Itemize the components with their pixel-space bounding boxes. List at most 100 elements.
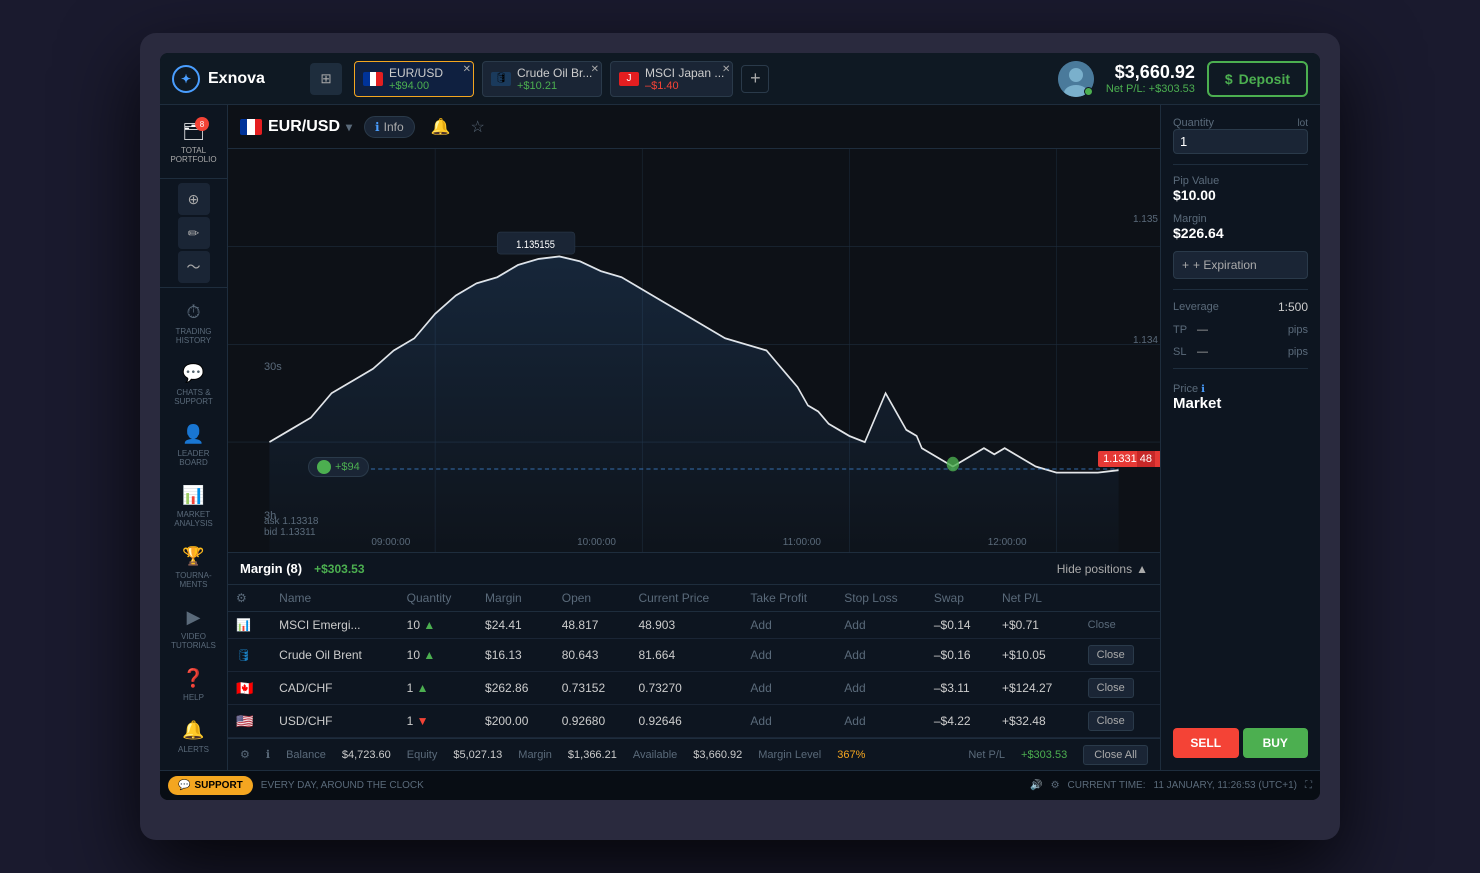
row-close-4[interactable]: Close [1080, 705, 1160, 738]
bell-button[interactable]: 🔔 [427, 113, 455, 141]
price-decimal: 48 [1137, 451, 1155, 467]
time-axis: 09:00:00 10:00:00 11:00:00 12:00:00 [228, 537, 1110, 548]
period-button[interactable]: 30s [264, 361, 282, 502]
row-open-1: 48.817 [554, 612, 631, 639]
row-sl-3[interactable]: Add [836, 672, 926, 705]
buy-button[interactable]: BUY [1243, 728, 1309, 758]
tab-eurusd-label: EUR/USD [389, 66, 443, 80]
sidebar-item-tournaments[interactable]: 🏆 TOURNA-MENTS [160, 538, 227, 597]
row-tp-2[interactable]: Add [742, 639, 836, 672]
close-all-button[interactable]: Close All [1083, 745, 1148, 765]
margin-level-label: Margin Level [758, 749, 821, 761]
balance-label: Balance [286, 749, 326, 761]
wave-tool[interactable]: 〜 [178, 251, 210, 283]
svg-text:1.135155: 1.135155 [516, 239, 555, 251]
equity-value: $5,027.13 [453, 749, 502, 761]
deposit-icon: $ [1225, 71, 1233, 87]
sidebar-item-leaderboard[interactable]: 👤 LEADERBOARD [160, 416, 227, 475]
info-button[interactable]: ℹ Info [364, 116, 415, 138]
tab-close-msci[interactable]: ✕ [722, 64, 730, 75]
chart-wrap: 1.135155 1.132940 ● +$94 30s [228, 149, 1160, 552]
row-qty-2: 10 ▲ [399, 639, 477, 672]
time-label-1: 09:00:00 [371, 537, 410, 548]
row-current-2: 81.664 [630, 639, 742, 672]
row-close-2[interactable]: Close [1080, 639, 1160, 672]
avatar-wrap[interactable] [1058, 61, 1094, 97]
sidebar-item-tutorials[interactable]: ▶ VIDEOTUTORIALS [160, 599, 227, 658]
sidebar-item-trading[interactable]: ⏱ TRADINGHISTORY [160, 294, 227, 353]
col-swap: Swap [926, 585, 994, 612]
table-row: 🛢 Crude Oil Brent 10 ▲ $16.13 80.643 81.… [228, 639, 1160, 672]
close-button-3[interactable]: Close [1088, 678, 1134, 698]
row-name-3: CAD/CHF [271, 672, 398, 705]
row-open-3: 0.73152 [554, 672, 631, 705]
pair-selector[interactable]: EUR/USD ▾ [240, 118, 352, 136]
row-tp-3[interactable]: Add [742, 672, 836, 705]
pip-value-amount: $10.00 [1173, 187, 1308, 203]
expiration-button[interactable]: + + Expiration [1173, 251, 1308, 279]
row-qty-3: 1 ▲ [399, 672, 477, 705]
center-area: EUR/USD ▾ ℹ Info 🔔 ☆ [228, 105, 1160, 770]
row-current-3: 0.73270 [630, 672, 742, 705]
close-button-4[interactable]: Close [1088, 711, 1134, 731]
row-margin-3: $262.86 [477, 672, 554, 705]
row-swap-3: –$3.11 [926, 672, 994, 705]
tp-label: TP [1173, 324, 1193, 336]
tab-close-eurusd[interactable]: ✕ [463, 64, 471, 75]
tab-close-crudeoil[interactable]: ✕ [591, 64, 599, 75]
col-margin: Margin [477, 585, 554, 612]
tutorials-icon: ▶ [187, 607, 201, 628]
row-sl-4[interactable]: Add [836, 705, 926, 738]
row-sl-2[interactable]: Add [836, 639, 926, 672]
sell-button[interactable]: SELL [1173, 728, 1239, 758]
tab-crudeoil[interactable]: ✕ 🛢 Crude Oil Br... +$10.21 [482, 61, 602, 97]
profit-circle: ● [317, 460, 331, 474]
sidebar-item-chats[interactable]: 💬 CHATS &SUPPORT [160, 355, 227, 414]
footer-info-icon[interactable]: ℹ [266, 748, 270, 761]
plus-icon: + [1182, 258, 1189, 272]
y-axis: 1.135 1.134 1.133 [1133, 149, 1158, 532]
sidebar-item-help[interactable]: ❓ HELP [160, 660, 227, 710]
row-tp-1[interactable]: Add [742, 612, 836, 639]
volume-icon[interactable]: 🔊 [1030, 780, 1042, 791]
pencil-tool[interactable]: ✏ [178, 217, 210, 249]
tab-eurusd[interactable]: ✕ EUR/USD +$94.00 [354, 61, 474, 97]
expiration-label: + Expiration [1193, 258, 1257, 272]
table-row: 🇺🇸 USD/CHF 1 ▼ $200.00 0.92680 0.92646 A… [228, 705, 1160, 738]
sidebar-item-alerts[interactable]: 🔔 ALERTS [160, 712, 227, 762]
tab-msci[interactable]: ✕ J MSCI Japan ... –$1.40 [610, 61, 733, 97]
tp-unit: pips [1288, 324, 1308, 336]
row-name-4: USD/CHF [271, 705, 398, 738]
sidebar-item-portfolio[interactable]: 🗂 8 TOTALPORTFOLIO [160, 113, 227, 172]
logo-icon: ✦ [172, 65, 200, 93]
row-icon-1: 📊 [228, 612, 271, 639]
deposit-button[interactable]: $ Deposit [1207, 61, 1308, 97]
pip-value-label: Pip Value [1173, 175, 1308, 187]
star-button[interactable]: ☆ [467, 113, 489, 141]
row-close-3[interactable]: Close [1080, 672, 1160, 705]
time-label: CURRENT TIME: [1068, 780, 1146, 791]
sidebar-item-tutorials-label: VIDEOTUTORIALS [171, 632, 216, 650]
add-tab-button[interactable]: + [741, 65, 769, 93]
close-button-2[interactable]: Close [1088, 645, 1134, 665]
settings-bottom-icon[interactable]: ⚙ [1051, 780, 1060, 791]
row-tp-4[interactable]: Add [742, 705, 836, 738]
settings-icon[interactable]: ⚙ [236, 591, 247, 605]
row-swap-4: –$4.22 [926, 705, 994, 738]
hide-positions-button[interactable]: Hide positions ▲ [1057, 562, 1148, 576]
row-sl-1[interactable]: Add [836, 612, 926, 639]
quantity-section: Quantity lot [1173, 117, 1308, 154]
settings-footer-icon[interactable]: ⚙ [240, 748, 250, 761]
portfolio-badge: 8 [195, 117, 209, 131]
sidebar-item-market[interactable]: 📊 MARKETANALYSIS [160, 477, 227, 536]
crosshair-tool[interactable]: ⊕ [178, 183, 210, 215]
col-current-price: Current Price [630, 585, 742, 612]
grid-view-button[interactable]: ⊞ [310, 63, 342, 95]
fullscreen-icon[interactable]: ⛶ [1305, 780, 1312, 791]
support-button[interactable]: 💬 SUPPORT [168, 776, 253, 795]
deposit-label: Deposit [1239, 71, 1290, 87]
sl-unit: pips [1288, 346, 1308, 358]
quantity-input[interactable] [1173, 129, 1308, 154]
row-current-1: 48.903 [630, 612, 742, 639]
chart-header: EUR/USD ▾ ℹ Info 🔔 ☆ [228, 105, 1160, 149]
